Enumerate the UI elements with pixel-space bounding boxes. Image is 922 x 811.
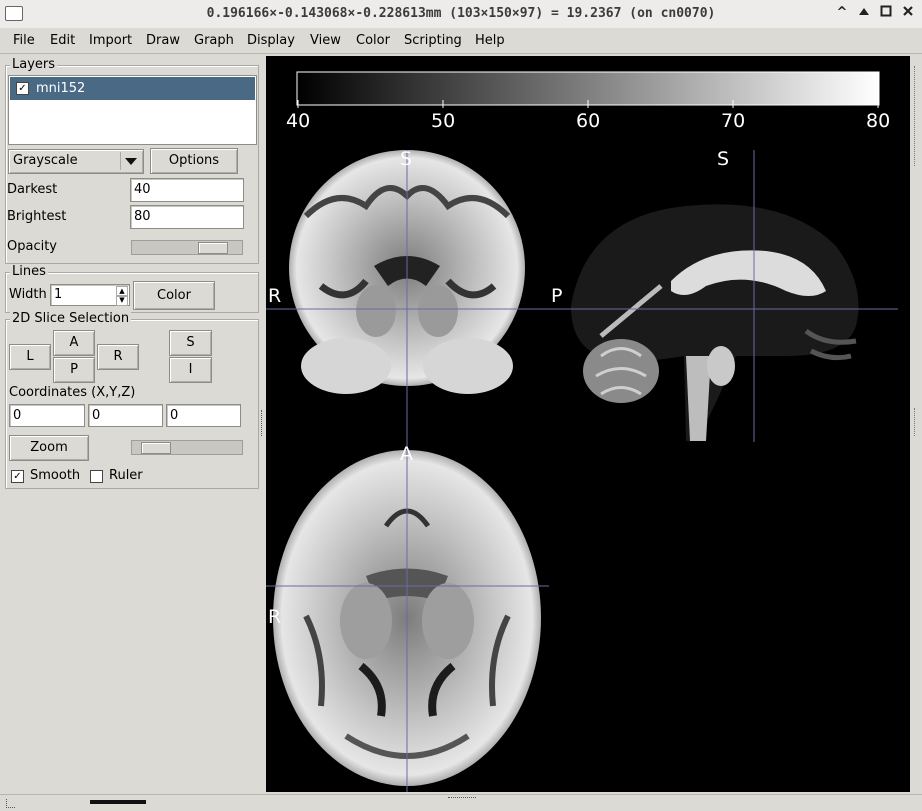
progress-indicator bbox=[90, 800, 146, 804]
brightest-label: Brightest bbox=[7, 209, 67, 224]
layer-list-item[interactable]: ✓ mni152 bbox=[10, 77, 255, 100]
colorbar-tick-label: 60 bbox=[576, 110, 601, 132]
colorbar-tick-label: 70 bbox=[721, 110, 746, 132]
slice-left-label: L bbox=[26, 349, 34, 364]
sagittal-superior-label: S bbox=[717, 148, 730, 170]
coronal-right-label: R bbox=[268, 285, 282, 307]
coord-x-field[interactable]: 0 bbox=[9, 404, 85, 427]
layer-visible-checkbox[interactable]: ✓ bbox=[16, 82, 29, 95]
ruler-checkbox[interactable] bbox=[90, 470, 103, 483]
colorbar-tick-label: 50 bbox=[431, 110, 456, 132]
width-label: Width bbox=[9, 287, 47, 302]
slice-selection-title: 2D Slice Selection bbox=[10, 311, 132, 326]
sagittal-slice[interactable] bbox=[571, 204, 859, 441]
options-button[interactable]: Options bbox=[150, 148, 238, 174]
menu-draw[interactable]: Draw bbox=[146, 33, 180, 48]
coord-y-field[interactable]: 0 bbox=[88, 404, 163, 427]
opacity-slider[interactable] bbox=[131, 240, 243, 255]
splitter-grip-bottom[interactable] bbox=[448, 797, 476, 801]
colormap-select[interactable]: Grayscale bbox=[8, 149, 144, 174]
menu-edit[interactable]: Edit bbox=[50, 33, 75, 48]
spin-down-icon[interactable]: ▼ bbox=[116, 295, 128, 306]
slice-superior-label: S bbox=[186, 335, 195, 350]
coord-z-field[interactable]: 0 bbox=[166, 404, 241, 427]
menu-view[interactable]: View bbox=[310, 33, 341, 48]
axial-right-label: R bbox=[268, 606, 282, 628]
resize-grip-icon[interactable] bbox=[6, 799, 15, 808]
menu-file[interactable]: File bbox=[13, 33, 35, 48]
brain-slices-canvas[interactable] bbox=[266, 56, 910, 792]
axial-anterior-label: A bbox=[400, 443, 413, 465]
title-bar: 0.196166×-0.143068×-0.228613mm (103×150×… bbox=[0, 0, 922, 29]
options-button-label: Options bbox=[168, 153, 220, 168]
slice-right-label: R bbox=[113, 349, 123, 364]
colorbar-tick-label: 40 bbox=[286, 110, 311, 132]
opacity-slider-thumb[interactable] bbox=[198, 242, 228, 254]
brightest-field[interactable]: 80 bbox=[130, 205, 244, 229]
right-edge bbox=[910, 56, 922, 792]
slice-right-button[interactable]: R bbox=[97, 344, 139, 370]
resize-grip-middle[interactable] bbox=[914, 408, 917, 436]
slice-anterior-button[interactable]: A bbox=[53, 330, 95, 356]
slice-left-button[interactable]: L bbox=[9, 344, 51, 370]
panel-splitter-grip[interactable] bbox=[261, 410, 265, 436]
chevron-down-icon bbox=[120, 152, 141, 170]
coronal-superior-label: S bbox=[400, 148, 413, 170]
zoom-button[interactable]: Zoom bbox=[9, 435, 89, 461]
menu-display[interactable]: Display bbox=[247, 33, 295, 48]
zoom-slider[interactable] bbox=[131, 440, 243, 455]
menu-bar: File Edit Import Draw Graph Display View… bbox=[0, 28, 922, 54]
layer-list[interactable]: ✓ mni152 bbox=[8, 75, 257, 145]
menu-import[interactable]: Import bbox=[89, 33, 132, 48]
slice-anterior-label: A bbox=[69, 335, 79, 350]
maximize-icon[interactable] bbox=[856, 5, 872, 21]
opacity-label: Opacity bbox=[7, 239, 58, 254]
menu-scripting[interactable]: Scripting bbox=[404, 33, 462, 48]
slice-inferior-button[interactable]: I bbox=[169, 357, 212, 383]
slice-posterior-label: P bbox=[70, 362, 78, 377]
line-color-button-label: Color bbox=[157, 288, 191, 303]
smooth-label: Smooth bbox=[30, 468, 81, 483]
restore-icon[interactable] bbox=[878, 5, 894, 21]
window-title: 0.196166×-0.143068×-0.228613mm (103×150×… bbox=[206, 6, 716, 21]
zoom-slider-thumb[interactable] bbox=[141, 442, 171, 454]
resize-grip-top[interactable] bbox=[914, 66, 917, 166]
image-viewer[interactable]: 40 50 60 70 80 S R S P A R bbox=[266, 56, 910, 792]
menu-color[interactable]: Color bbox=[356, 33, 390, 48]
line-color-button[interactable]: Color bbox=[133, 281, 215, 310]
close-icon[interactable] bbox=[900, 5, 916, 21]
minimize-icon[interactable]: ^ bbox=[834, 5, 850, 21]
width-value: 1 bbox=[54, 287, 63, 302]
colormap-value: Grayscale bbox=[13, 153, 78, 168]
ruler-label: Ruler bbox=[109, 468, 143, 483]
menu-help[interactable]: Help bbox=[475, 33, 505, 48]
colorbar-tick-label: 80 bbox=[866, 110, 891, 132]
smooth-checkbox[interactable]: ✓ bbox=[11, 470, 24, 483]
menu-graph[interactable]: Graph bbox=[194, 33, 234, 48]
slice-posterior-button[interactable]: P bbox=[53, 357, 95, 383]
darkest-field[interactable]: 40 bbox=[130, 178, 244, 202]
slice-inferior-label: I bbox=[188, 362, 193, 377]
width-field[interactable]: 1 ▲ ▼ bbox=[50, 284, 130, 306]
darkest-label: Darkest bbox=[7, 182, 58, 197]
coordinates-label: Coordinates (X,Y,Z) bbox=[9, 385, 136, 400]
lines-group-title: Lines bbox=[10, 264, 48, 279]
slice-superior-button[interactable]: S bbox=[169, 330, 212, 356]
sagittal-posterior-label: P bbox=[551, 285, 563, 307]
zoom-button-label: Zoom bbox=[30, 440, 68, 455]
status-bar bbox=[0, 794, 922, 811]
layer-name: mni152 bbox=[36, 81, 86, 96]
layers-group-title: Layers bbox=[10, 57, 58, 72]
